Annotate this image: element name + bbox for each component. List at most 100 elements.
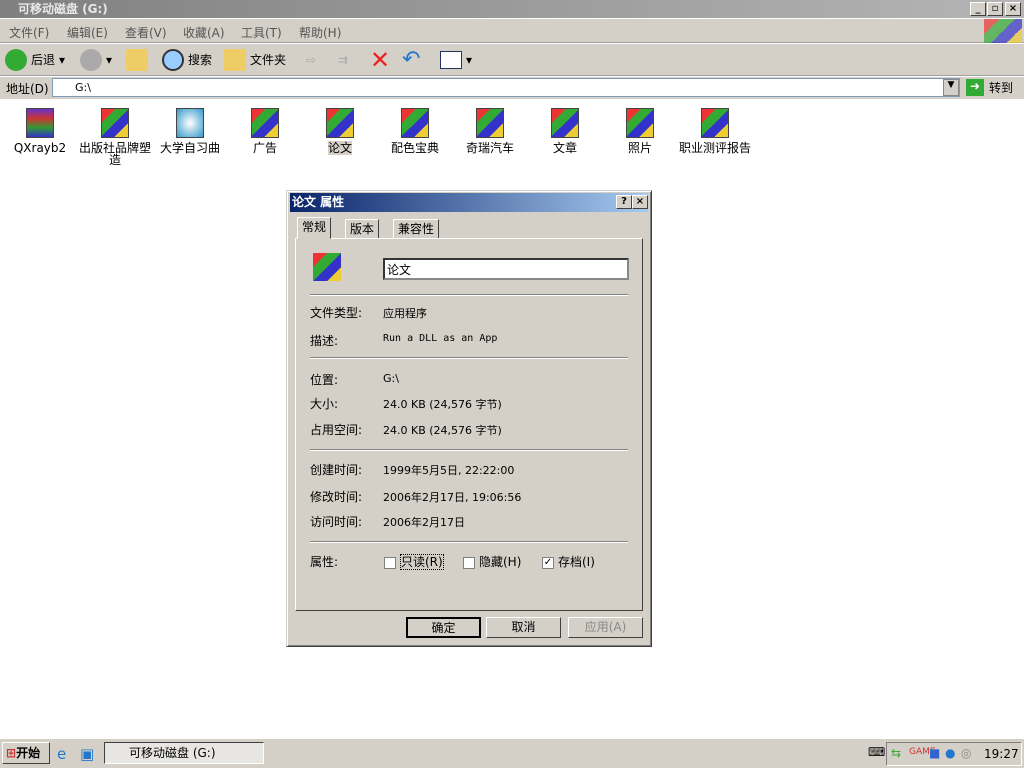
media-file-icon bbox=[176, 108, 204, 138]
toolbar: 后退 ▾ ▾ 搜索 文件夹 ⇨ ⇉ ✕ ↶ ▾ bbox=[0, 44, 1024, 76]
globe-icon[interactable]: ● bbox=[945, 746, 955, 760]
volume-icon[interactable]: ◎ bbox=[961, 746, 971, 760]
help-button[interactable]: ? bbox=[616, 195, 632, 209]
readonly-label: 只读(R) bbox=[400, 554, 444, 570]
menu-bar: 文件(F) 编辑(E) 查看(V) 收藏(A) 工具(T) 帮助(H) bbox=[0, 19, 1024, 43]
menu-file[interactable]: 文件(F) bbox=[9, 24, 49, 41]
back-button[interactable]: 后退 ▾ bbox=[5, 49, 65, 71]
taskbar: ⊞开始 e ▣ 可移动磁盘 (G:) ⌨ ⇆ GAME ■ ● ◎ 19:27 bbox=[0, 738, 1024, 768]
tab-compatibility[interactable]: 兼容性 bbox=[393, 219, 440, 239]
up-button[interactable] bbox=[126, 49, 148, 71]
size-on-disk-value: 24.0 KB (24,576 字节) bbox=[383, 424, 502, 437]
location-label: 位置: bbox=[310, 373, 339, 387]
address-input[interactable]: G:\ bbox=[52, 78, 960, 97]
file-item[interactable]: 照片 bbox=[603, 108, 677, 154]
tab-version[interactable]: 版本 bbox=[345, 219, 380, 239]
back-arrow-icon bbox=[5, 49, 27, 71]
file-item[interactable]: QXrayb2 bbox=[3, 108, 77, 154]
ok-button[interactable]: 确定 bbox=[406, 617, 481, 638]
taskbar-window-button[interactable]: 可移动磁盘 (G:) bbox=[104, 742, 264, 764]
location-value: G:\ bbox=[383, 372, 399, 385]
windows-app-icon bbox=[551, 108, 579, 138]
apply-button[interactable]: 应用(A) bbox=[568, 617, 643, 638]
description-value: Run a DLL as an App bbox=[383, 333, 498, 344]
created-value: 1999年5月5日, 22:22:00 bbox=[383, 464, 515, 477]
file-item[interactable]: 广告 bbox=[228, 108, 302, 154]
window-title: 可移动磁盘 (G:) bbox=[18, 2, 108, 16]
file-item[interactable]: 配色宝典 bbox=[378, 108, 452, 154]
file-item[interactable]: 奇瑞汽车 bbox=[453, 108, 527, 154]
checkbox-box bbox=[384, 556, 396, 569]
archive-checkbox[interactable]: ✓ 存档(I) bbox=[542, 553, 595, 570]
system-tray: ⇆ GAME ■ ● ◎ 19:27 bbox=[886, 742, 1022, 766]
dialog-title: 论文 属性 bbox=[292, 195, 345, 209]
tab-general[interactable]: 常规 bbox=[297, 217, 332, 239]
go-label: 转到 bbox=[989, 81, 1014, 95]
forward-button[interactable]: ▾ bbox=[80, 49, 112, 71]
windows-app-icon bbox=[476, 108, 504, 138]
file-item[interactable]: 文章 bbox=[528, 108, 602, 154]
cancel-button[interactable]: 取消 bbox=[486, 617, 561, 638]
search-label: 搜索 bbox=[188, 53, 213, 67]
ie-icon[interactable]: e bbox=[57, 745, 66, 763]
views-button[interactable]: ▾ bbox=[440, 49, 472, 71]
accessed-label: 访问时间: bbox=[310, 515, 363, 529]
file-item[interactable]: 大学自习曲 bbox=[153, 108, 227, 154]
check-icon: ✓ bbox=[542, 556, 554, 569]
copy-to-button[interactable]: ⇉ bbox=[338, 49, 348, 71]
address-label: 地址(D) bbox=[6, 82, 49, 96]
file-item[interactable]: 论文 bbox=[303, 108, 377, 155]
menu-favorites[interactable]: 收藏(A) bbox=[183, 24, 225, 41]
back-label: 后退 bbox=[31, 53, 56, 67]
modified-label: 修改时间: bbox=[310, 490, 363, 504]
size-value: 24.0 KB (24,576 字节) bbox=[383, 398, 502, 411]
file-item[interactable]: 职业测评报告 bbox=[678, 108, 752, 154]
dialog-close-button[interactable]: × bbox=[632, 195, 648, 209]
file-label: 广告 bbox=[252, 141, 277, 155]
undo-icon[interactable]: ↶ bbox=[402, 49, 420, 71]
checkbox-box bbox=[463, 556, 475, 569]
maximize-button[interactable]: ▫ bbox=[987, 2, 1003, 16]
search-button[interactable]: 搜索 bbox=[162, 49, 212, 71]
folders-button[interactable]: 文件夹 bbox=[224, 49, 286, 71]
archive-label: 存档(I) bbox=[558, 555, 595, 569]
title-bar: 可移动磁盘 (G:) _ ▫ × bbox=[0, 0, 1024, 18]
attributes-label: 属性: bbox=[310, 555, 339, 569]
file-label: 照片 bbox=[627, 141, 652, 155]
file-label: 论文 bbox=[327, 141, 352, 155]
file-label: 配色宝典 bbox=[390, 141, 439, 155]
move-to-button[interactable]: ⇨ bbox=[306, 49, 316, 71]
file-label: 文章 bbox=[552, 141, 577, 155]
hidden-checkbox[interactable]: 隐藏(H) bbox=[463, 553, 521, 570]
computer-icon[interactable]: ■ bbox=[929, 746, 940, 760]
file-type-label: 文件类型: bbox=[310, 306, 363, 320]
file-name-input[interactable]: 论文 bbox=[383, 258, 629, 280]
windows-flag-icon: ⊞ bbox=[6, 746, 17, 760]
properties-dialog: 论文 属性 ? × 常规 版本 兼容性 论文 文件类型: 应用程序 描述: Run … bbox=[286, 190, 652, 647]
menu-tools[interactable]: 工具(T) bbox=[241, 24, 282, 41]
menu-view[interactable]: 查看(V) bbox=[125, 24, 167, 41]
network-icon[interactable]: ⇆ bbox=[891, 746, 901, 760]
windows-app-icon bbox=[313, 253, 341, 281]
show-desktop-icon[interactable]: ▣ bbox=[80, 745, 94, 763]
forward-arrow-icon bbox=[80, 49, 102, 71]
accessed-value: 2006年2月17日 bbox=[383, 516, 465, 529]
keyboard-icon[interactable]: ⌨ bbox=[868, 745, 885, 759]
file-item[interactable]: 出版社品牌塑造 bbox=[78, 108, 152, 166]
general-panel: 论文 文件类型: 应用程序 描述: Run a DLL as an App 位置: G… bbox=[295, 238, 643, 611]
close-button[interactable]: × bbox=[1005, 2, 1021, 16]
file-label: 奇瑞汽车 bbox=[465, 141, 514, 155]
go-button[interactable]: ➜ 转到 bbox=[966, 79, 1013, 96]
folder-icon bbox=[224, 49, 246, 71]
clock: 19:27 bbox=[984, 747, 1019, 761]
delete-icon[interactable]: ✕ bbox=[370, 48, 390, 72]
minimize-button[interactable]: _ bbox=[970, 2, 986, 16]
readonly-checkbox[interactable]: 只读(R) bbox=[384, 553, 444, 570]
address-dropdown[interactable]: ▼ bbox=[943, 79, 959, 96]
start-button[interactable]: ⊞开始 bbox=[2, 742, 50, 764]
dialog-title-bar: 论文 属性 ? × bbox=[290, 193, 648, 212]
divider bbox=[310, 541, 628, 543]
file-name-value: 论文 bbox=[387, 263, 412, 277]
menu-help[interactable]: 帮助(H) bbox=[299, 24, 341, 41]
menu-edit[interactable]: 编辑(E) bbox=[67, 24, 108, 41]
